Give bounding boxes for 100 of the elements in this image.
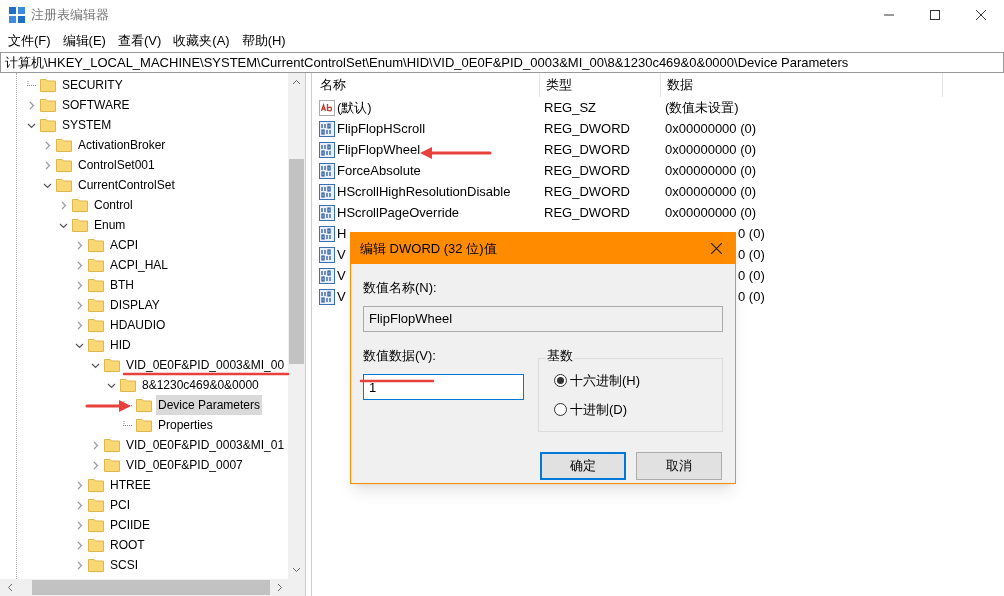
tree-item[interactable]: HID xyxy=(108,335,133,355)
value-name[interactable]: HScrollPageOverride xyxy=(337,202,460,223)
scroll-right-icon[interactable] xyxy=(277,583,283,592)
value-name[interactable]: (默认) xyxy=(337,97,372,118)
radio-button[interactable] xyxy=(554,373,567,387)
folder-icon xyxy=(88,538,104,552)
vertical-scrollbar[interactable] xyxy=(288,73,305,579)
dialog-button[interactable]: 确定 xyxy=(540,452,626,480)
binary-value-icon xyxy=(319,288,335,305)
tree-item[interactable]: ControlSet001 xyxy=(76,155,157,175)
tree-item[interactable]: 8&1230c469&0&0000 xyxy=(140,375,261,395)
folder-icon xyxy=(56,138,72,152)
value-type: REG_DWORD xyxy=(543,182,631,201)
value-type: REG_DWORD xyxy=(543,140,631,159)
tree-item[interactable]: SCSI xyxy=(108,555,140,575)
value-type: REG_DWORD xyxy=(543,161,631,180)
dialog-button[interactable]: 取消 xyxy=(636,452,722,480)
tree-item[interactable]: VID_0E0F&PID_0003&MI_01 xyxy=(124,435,287,455)
value-name[interactable]: V xyxy=(337,286,346,307)
scrollbar-thumb[interactable] xyxy=(289,159,304,364)
folder-icon xyxy=(136,398,152,412)
binary-value-icon xyxy=(319,183,335,200)
tree-item[interactable]: ACPI_HAL xyxy=(108,255,171,275)
value-name[interactable]: ForceAbsolute xyxy=(337,160,421,181)
radio-label[interactable]: 十进制(D) xyxy=(570,400,628,420)
value-name[interactable]: H xyxy=(337,223,347,244)
folder-icon xyxy=(88,318,104,332)
tree-item[interactable]: ActivationBroker xyxy=(76,135,168,155)
value-data: 0x00000000 (0) xyxy=(664,119,757,138)
value-type: REG_DWORD xyxy=(543,203,631,222)
folder-icon xyxy=(40,118,56,132)
folder-icon xyxy=(88,518,104,532)
column-header[interactable]: 名称 xyxy=(314,73,540,97)
tree-item[interactable]: PCI xyxy=(108,495,132,515)
tree-item[interactable]: VID_0E0F&PID_0003&MI_00 xyxy=(124,355,287,375)
field-label: 数值数据(V): xyxy=(363,346,437,365)
tree-item[interactable]: Device Parameters xyxy=(156,395,263,415)
dialog-title: 编辑 DWORD (32 位)值 xyxy=(360,239,497,258)
folder-icon xyxy=(88,258,104,272)
value-type: REG_DWORD xyxy=(543,119,631,138)
value-name-field[interactable]: FlipFlopWheel xyxy=(363,305,723,332)
tree-item[interactable]: HDAUDIO xyxy=(108,315,168,335)
binary-value-icon xyxy=(319,120,335,137)
horizontal-scrollbar[interactable] xyxy=(0,579,305,596)
folder-icon xyxy=(104,358,120,372)
tree-item[interactable]: SECURITY xyxy=(60,75,125,95)
value-data: 0 (0) xyxy=(738,224,765,243)
scroll-up-icon[interactable] xyxy=(292,79,301,85)
annotation-arrow xyxy=(85,398,133,414)
tree-item[interactable]: PCIIDE xyxy=(108,515,152,535)
menu-item[interactable]: 编辑(E) xyxy=(56,31,112,51)
folder-icon xyxy=(88,498,104,512)
address-bar[interactable]: 计算机\HKEY_LOCAL_MACHINE\SYSTEM\CurrentControlSet\Enum\HID\VID_0E0F&PID_0003&MI_00\8&1230c469&0&0000\Device Parameters xyxy=(0,52,1004,73)
value-name[interactable]: FlipFlopWheel xyxy=(337,139,421,160)
value-data: 0 (0) xyxy=(738,287,765,306)
tree-item[interactable]: ACPI xyxy=(108,235,140,255)
column-header[interactable]: 类型 xyxy=(540,73,661,97)
scrollbar-thumb[interactable] xyxy=(32,580,270,595)
value-type: REG_SZ xyxy=(543,98,597,117)
value-name[interactable]: HScrollHighResolutionDisable xyxy=(337,181,511,202)
folder-icon xyxy=(136,418,152,432)
folder-icon xyxy=(104,438,120,452)
tree-item[interactable]: DISPLAY xyxy=(108,295,162,315)
tree-item[interactable]: HTREE xyxy=(108,475,153,495)
menu-item[interactable]: 帮助(H) xyxy=(235,31,292,51)
value-data-field[interactable]: 1 xyxy=(363,374,524,400)
tree-item[interactable]: Enum xyxy=(92,215,128,235)
tree-item[interactable]: BTH xyxy=(108,275,136,295)
scroll-down-icon[interactable] xyxy=(292,567,301,573)
field-label: 数值名称(N): xyxy=(363,279,438,297)
value-data: 0x00000000 (0) xyxy=(664,161,757,180)
tree-item[interactable]: SOFTWARE xyxy=(60,95,132,115)
tree-item[interactable]: Control xyxy=(92,195,135,215)
folder-icon xyxy=(88,298,104,312)
tree-item[interactable]: VID_0E0F&PID_0007 xyxy=(124,455,245,475)
value-name[interactable]: FlipFlopHScroll xyxy=(337,118,426,139)
window-title: 注册表编辑器 xyxy=(31,6,109,25)
close-icon[interactable] xyxy=(711,243,722,254)
folder-icon xyxy=(88,238,104,252)
column-header[interactable]: 数据 xyxy=(661,73,943,97)
menu-item[interactable]: 查看(V) xyxy=(111,31,168,51)
binary-value-icon xyxy=(319,162,335,179)
menu-item[interactable]: 文件(F) xyxy=(2,31,57,51)
value-name[interactable]: V xyxy=(337,244,346,265)
value-data: (数值未设置) xyxy=(664,98,739,117)
binary-value-icon xyxy=(319,204,335,221)
radio-label[interactable]: 十六进制(H) xyxy=(570,370,641,390)
tree-item[interactable]: CurrentControlSet xyxy=(76,175,177,195)
menu-item[interactable]: 收藏夹(A) xyxy=(167,31,236,51)
scroll-left-icon[interactable] xyxy=(7,583,13,592)
folder-icon xyxy=(72,218,88,232)
folder-icon xyxy=(88,278,104,292)
registry-app-icon xyxy=(9,7,25,23)
folder-icon xyxy=(40,78,56,92)
folder-icon xyxy=(104,458,120,472)
tree-item[interactable]: Properties xyxy=(156,415,215,435)
value-name[interactable]: V xyxy=(337,265,346,286)
radio-button[interactable] xyxy=(554,403,567,417)
tree-item[interactable]: ROOT xyxy=(108,535,147,555)
tree-item[interactable]: SYSTEM xyxy=(60,115,114,135)
